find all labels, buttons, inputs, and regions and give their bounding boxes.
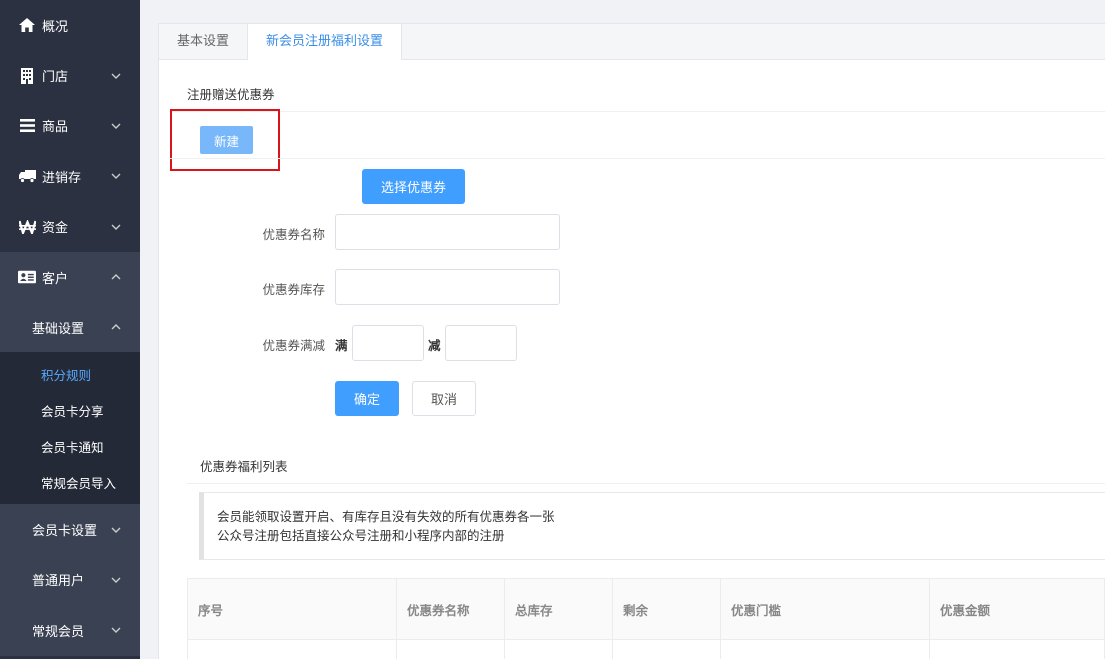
list-title: 优惠券福利列表 bbox=[200, 459, 288, 474]
chevron-down-icon bbox=[111, 173, 121, 180]
notice-line: 会员能领取设置开启、有库存且没有失效的所有优惠券各一张 bbox=[217, 509, 555, 524]
chevron-down-icon bbox=[111, 73, 121, 79]
sidebar-leaf-group: 积分规则 会员卡分享 会员卡通知 常规会员导入 bbox=[0, 352, 140, 505]
coupon-threshold-label: 优惠券满减 bbox=[262, 338, 325, 353]
sidebar-leaf-member-import[interactable]: 常规会员导入 bbox=[0, 464, 140, 500]
sidebar-sub-basic-settings[interactable]: 基础设置 bbox=[0, 302, 140, 353]
table-cell bbox=[397, 640, 505, 659]
tab-new-member-benefits[interactable]: 新会员注册福利设置 bbox=[248, 24, 403, 60]
sub-label: 基础设置 bbox=[32, 321, 85, 337]
chevron-up-icon bbox=[111, 274, 121, 280]
sidebar: 概况 门店 商品 进销存 资金 客户 基础设置 积分规则 会员卡分享 会员卡通知… bbox=[0, 0, 140, 659]
divider bbox=[169, 111, 1105, 112]
main-panel: 基本设置 新会员注册福利设置 注册赠送优惠券 新建 选择优惠券 优惠券名称 优惠… bbox=[158, 23, 1105, 659]
building-icon bbox=[18, 67, 36, 84]
sub-label: 会员卡设置 bbox=[32, 524, 98, 540]
tab-bar: 基本设置 新会员注册福利设置 bbox=[159, 24, 1105, 60]
nav-item-customers[interactable]: 客户 bbox=[0, 251, 140, 303]
table-cell bbox=[613, 640, 721, 659]
coupon-name-input[interactable] bbox=[335, 214, 560, 250]
nav-item-funds[interactable]: 资金 bbox=[0, 202, 140, 252]
sub-label: 常规会员 bbox=[32, 624, 85, 640]
sidebar-sub-normal-users[interactable]: 普通用户 bbox=[0, 554, 140, 606]
column-header: 序号 bbox=[188, 579, 397, 639]
notice-box: 会员能领取设置开启、有库存且没有失效的所有优惠券各一张 公众号注册包括直接公众号… bbox=[199, 492, 1105, 560]
table-cell bbox=[505, 640, 613, 659]
sub-label: 普通用户 bbox=[32, 574, 85, 590]
table-row bbox=[188, 640, 1105, 659]
sidebar-sub-card-settings[interactable]: 会员卡设置 bbox=[0, 504, 140, 555]
chevron-up-icon bbox=[111, 324, 121, 330]
sidebar-leaf-card-notice[interactable]: 会员卡通知 bbox=[0, 428, 140, 464]
column-header: 剩余 bbox=[613, 579, 721, 639]
chevron-down-icon bbox=[111, 224, 121, 230]
chevron-down-icon bbox=[111, 577, 121, 583]
nav-item-label: 商品 bbox=[42, 120, 69, 136]
list-icon bbox=[18, 118, 36, 134]
section-title: 注册赠送优惠券 bbox=[187, 87, 275, 102]
nav-item-label: 客户 bbox=[42, 271, 69, 287]
select-coupon-button[interactable]: 选择优惠券 bbox=[362, 169, 465, 204]
id-card-icon bbox=[18, 269, 36, 285]
column-header: 优惠金额 bbox=[930, 579, 1105, 639]
table-cell bbox=[930, 640, 1105, 659]
column-header: 优惠门槛 bbox=[721, 579, 930, 639]
chevron-down-icon bbox=[111, 627, 121, 634]
nav-item-inventory[interactable]: 进销存 bbox=[0, 151, 140, 201]
notice-line: 公众号注册包括直接公众号注册和小程序内部的注册 bbox=[217, 528, 505, 543]
sidebar-leaf-card-share[interactable]: 会员卡分享 bbox=[0, 392, 140, 428]
cancel-button[interactable]: 取消 bbox=[412, 381, 476, 416]
divider bbox=[187, 483, 1105, 484]
coupon-stock-input[interactable] bbox=[335, 269, 560, 305]
column-header: 优惠券名称 bbox=[397, 579, 505, 639]
column-header: 总库存 bbox=[505, 579, 613, 639]
minus-amount-input[interactable] bbox=[445, 325, 517, 361]
nav-item-stores[interactable]: 门店 bbox=[0, 50, 140, 100]
won-icon bbox=[18, 219, 36, 235]
divider bbox=[169, 158, 1105, 159]
tab-basic-settings[interactable]: 基本设置 bbox=[159, 24, 249, 59]
nav-item-products[interactable]: 商品 bbox=[0, 101, 140, 151]
nav-item-overview[interactable]: 概况 bbox=[0, 0, 140, 50]
table-cell bbox=[188, 640, 397, 659]
full-word: 满 bbox=[335, 338, 348, 353]
coupon-name-label: 优惠券名称 bbox=[262, 227, 325, 242]
confirm-button[interactable]: 确定 bbox=[335, 381, 399, 416]
full-amount-input[interactable] bbox=[352, 325, 424, 361]
new-button[interactable]: 新建 bbox=[200, 126, 253, 154]
table-cell bbox=[721, 640, 930, 659]
nav-item-label: 进销存 bbox=[42, 170, 82, 186]
home-icon bbox=[18, 17, 36, 33]
nav-item-label: 资金 bbox=[42, 221, 69, 237]
minus-word: 减 bbox=[428, 338, 441, 353]
truck-icon bbox=[18, 168, 36, 184]
chevron-down-icon bbox=[111, 123, 121, 129]
chevron-down-icon bbox=[111, 527, 121, 533]
sidebar-sub-regular-members[interactable]: 常规会员 bbox=[0, 605, 140, 656]
coupon-stock-label: 优惠券库存 bbox=[262, 282, 325, 297]
coupon-table: 序号 优惠券名称 总库存 剩余 优惠门槛 优惠金额 bbox=[187, 578, 1105, 659]
sidebar-leaf-points-rules[interactable]: 积分规则 bbox=[0, 356, 140, 392]
nav-item-label: 概况 bbox=[42, 19, 69, 35]
nav-item-label: 门店 bbox=[42, 70, 69, 86]
table-header: 序号 优惠券名称 总库存 剩余 优惠门槛 优惠金额 bbox=[188, 579, 1105, 640]
